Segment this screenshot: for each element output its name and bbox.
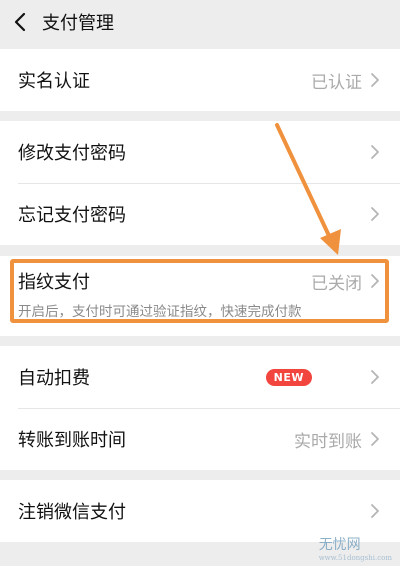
fingerprint-status: 已关闭	[311, 273, 362, 294]
chevron-right-icon	[370, 143, 382, 161]
auto-deduct-row[interactable]: 自动扣费 NEW	[0, 346, 400, 408]
chevron-right-icon	[370, 205, 382, 223]
deregister-label: 注销微信支付	[18, 502, 126, 523]
transfer-time-label: 转账到账时间	[18, 430, 126, 451]
group-deregister: 注销微信支付	[0, 480, 400, 542]
realname-label: 实名认证	[18, 71, 90, 92]
chevron-right-icon	[370, 430, 382, 448]
chevron-left-icon	[14, 12, 26, 32]
deregister-row[interactable]: 注销微信支付	[0, 480, 400, 542]
realname-status: 已认证	[311, 72, 362, 93]
page-title: 支付管理	[42, 13, 114, 34]
new-badge: NEW	[265, 368, 312, 386]
group-fingerprint: 指纹支付 已关闭 开启后，支付时可通过验证指纹，快速完成付款	[0, 256, 400, 336]
group-payments: 自动扣费 NEW 转账到账时间 实时到账	[0, 346, 400, 470]
group-realname: 实名认证 已认证	[0, 49, 400, 111]
forgot-password-label: 忘记支付密码	[18, 205, 126, 226]
back-button[interactable]	[0, 0, 40, 44]
watermark: 无忧网 www.51dongshi.com	[319, 534, 392, 562]
fingerprint-row[interactable]: 指纹支付 已关闭	[0, 256, 400, 306]
watermark-text: 无忧网	[318, 537, 361, 553]
chevron-right-icon	[370, 368, 382, 386]
chevron-right-icon	[370, 502, 382, 520]
chevron-right-icon	[370, 272, 382, 290]
transfer-time-value: 实时到账	[294, 431, 362, 452]
chevron-right-icon	[370, 71, 382, 89]
realname-row[interactable]: 实名认证 已认证	[0, 49, 400, 111]
watermark-url: www.51dongshi.com	[318, 554, 392, 562]
forgot-password-row[interactable]: 忘记支付密码	[0, 183, 400, 245]
transfer-time-row[interactable]: 转账到账时间 实时到账	[0, 408, 400, 470]
group-password: 修改支付密码 忘记支付密码	[0, 121, 400, 245]
fingerprint-label: 指纹支付	[18, 272, 90, 293]
change-password-label: 修改支付密码	[18, 143, 126, 164]
change-password-row[interactable]: 修改支付密码	[0, 121, 400, 183]
top-bar: 支付管理	[0, 0, 400, 44]
auto-deduct-label: 自动扣费	[18, 368, 90, 389]
